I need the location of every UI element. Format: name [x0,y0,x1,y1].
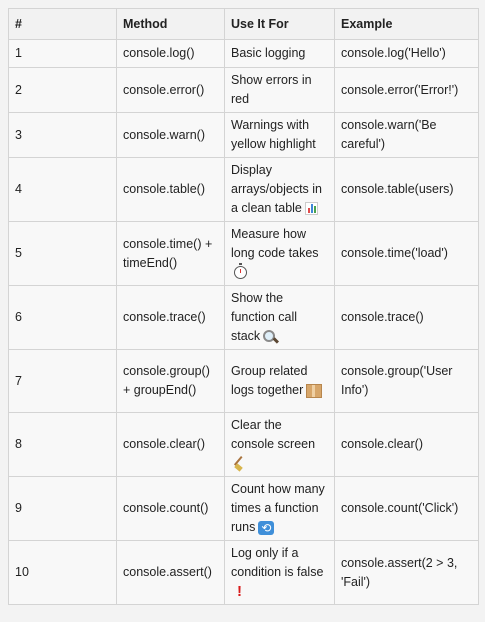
row-number: 4 [8,157,117,222]
method-cell: console.log() [116,39,225,68]
package-icon [306,383,323,398]
header-use-it-for: Use It For [224,8,335,40]
use-cell: Show errors in red [224,67,335,113]
row-number: 5 [8,221,117,286]
method-cell: console.error() [116,67,225,113]
magnifier-icon [263,329,279,344]
row-number: 10 [8,539,117,606]
stopwatch-icon [234,263,247,280]
example-cell: console.time('load') [334,221,479,286]
header-method: Method [116,8,225,40]
method-cell: console.assert() [116,539,225,606]
console-methods-table: # Method Use It For Example 1 console.lo… [8,8,479,606]
use-cell: Clear the console screen [224,412,335,477]
row-number: 3 [8,112,117,158]
method-cell: console.warn() [116,112,225,158]
method-cell: console.time() + timeEnd() [116,221,225,286]
row-number: 7 [8,349,117,413]
header-number: # [8,8,117,40]
row-number: 1 [8,39,117,68]
example-cell: console.clear() [334,412,479,477]
example-cell: console.count('Click') [334,476,479,541]
example-cell: console.trace() [334,285,479,350]
example-cell: console.warn('Be careful') [334,112,479,158]
method-cell: console.group() + groupEnd() [116,349,225,413]
use-cell: Display arrays/objects in a clean table [224,157,335,222]
example-cell: console.table(users) [334,157,479,222]
broom-icon [234,456,250,472]
example-cell: console.log('Hello') [334,39,479,68]
table-row: 5 console.time() + timeEnd() Measure how… [8,221,479,286]
use-cell: Group related logs together [224,349,335,413]
use-cell: Measure how long code takes [224,221,335,286]
table-row: 4 console.table() Display arrays/objects… [8,157,479,222]
use-cell: Log only if a condition is false! [224,539,335,606]
method-cell: console.trace() [116,285,225,350]
bar-chart-icon [304,202,318,216]
console-methods-page: # Method Use It For Example 1 console.lo… [8,8,479,606]
row-number: 6 [8,285,117,350]
use-cell: Show the function call stack [224,285,335,350]
table-row: 1 console.log() Basic logging console.lo… [8,39,479,68]
method-cell: console.table() [116,157,225,222]
example-cell: console.group('User Info') [334,349,479,413]
header-example: Example [334,8,479,40]
table-row: 3 console.warn() Warnings with yellow hi… [8,112,479,158]
header-row: # Method Use It For Example [8,8,479,40]
method-cell: console.count() [116,476,225,541]
table-row: 8 console.clear() Clear the console scre… [8,412,479,477]
example-cell: console.assert(2 > 3, 'Fail') [334,539,479,606]
table-row: 7 console.group() + groupEnd() Group rel… [8,349,479,413]
use-cell: Count how many times a function runs ⟲ [224,476,335,541]
use-cell: Warnings with yellow highlight [224,112,335,158]
row-number: 2 [8,67,117,113]
method-cell: console.clear() [116,412,225,477]
row-number: 8 [8,412,117,477]
table-row: 10 console.assert() Log only if a condit… [8,539,479,606]
repeat-icon: ⟲ [258,520,275,535]
example-cell: console.error('Error!') [334,67,479,113]
table-row: 6 console.trace() Show the function call… [8,285,479,350]
exclamation-icon: ! [237,583,242,601]
row-number: 9 [8,476,117,541]
table-row: 9 console.count() Count how many times a… [8,476,479,541]
table-row: 2 console.error() Show errors in red con… [8,67,479,113]
use-cell: Basic logging [224,39,335,68]
